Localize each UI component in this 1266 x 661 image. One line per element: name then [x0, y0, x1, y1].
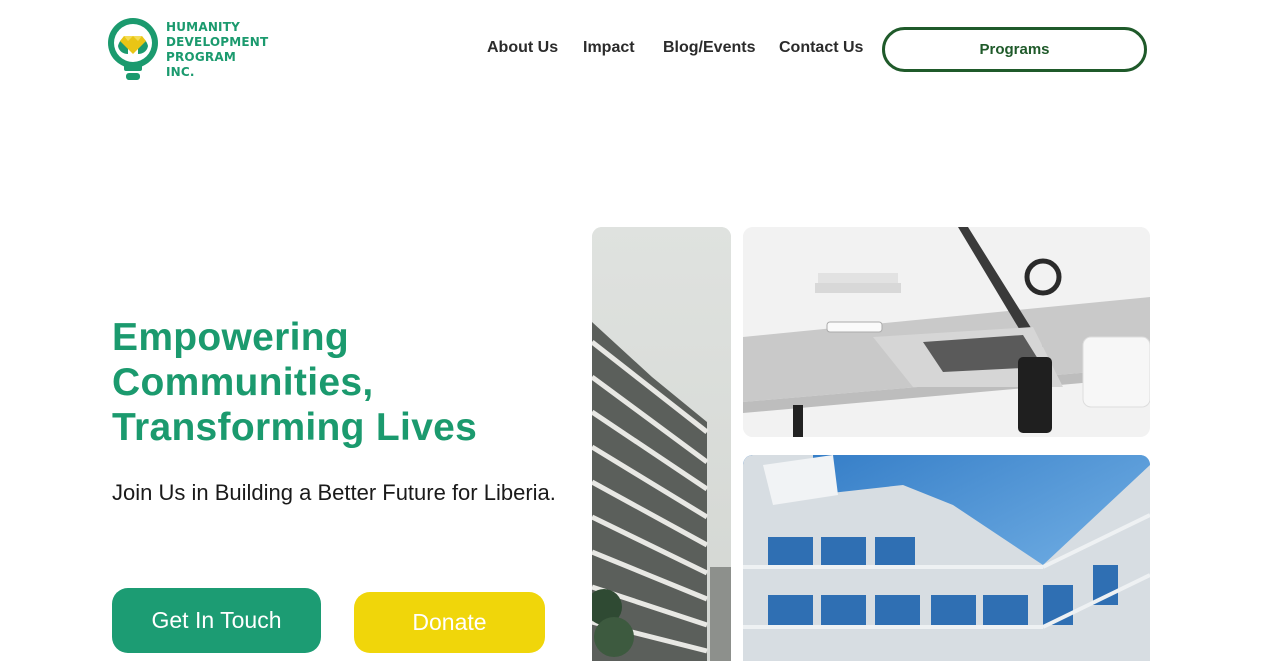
nav-impact[interactable]: Impact — [583, 39, 635, 57]
desk-laptop-photo — [743, 227, 1150, 437]
logo-line: HUMANITY — [166, 20, 240, 34]
nav-about-us[interactable]: About Us — [487, 39, 558, 57]
nav-contact-us[interactable]: Contact Us — [779, 39, 863, 57]
logo-bulb-diamond-icon — [106, 16, 160, 84]
hero-subtitle: Join Us in Building a Better Future for … — [112, 480, 556, 505]
hero-title-line: Transforming Lives — [112, 406, 478, 449]
hero-title-line: Empowering — [112, 316, 350, 359]
donate-button[interactable]: Donate — [354, 592, 545, 653]
nav-blog-events[interactable]: Blog/Events — [663, 39, 755, 57]
glass-building-photo — [743, 455, 1150, 661]
logo-line: DEVELOPMENT — [166, 35, 269, 49]
building-tall-photo — [592, 227, 731, 661]
get-in-touch-button[interactable]: Get In Touch — [112, 588, 321, 653]
hero-title: Empowering Communities, Transforming Liv… — [112, 315, 552, 450]
logo-line: PROGRAM INC. — [166, 50, 236, 79]
logo-wordmark: HUMANITY DEVELOPMENT PROGRAM INC. — [166, 20, 268, 80]
programs-button[interactable]: Programs — [882, 27, 1147, 72]
hero-title-line: Communities, — [112, 361, 374, 404]
site-logo[interactable]: HUMANITY DEVELOPMENT PROGRAM INC. — [106, 16, 268, 84]
